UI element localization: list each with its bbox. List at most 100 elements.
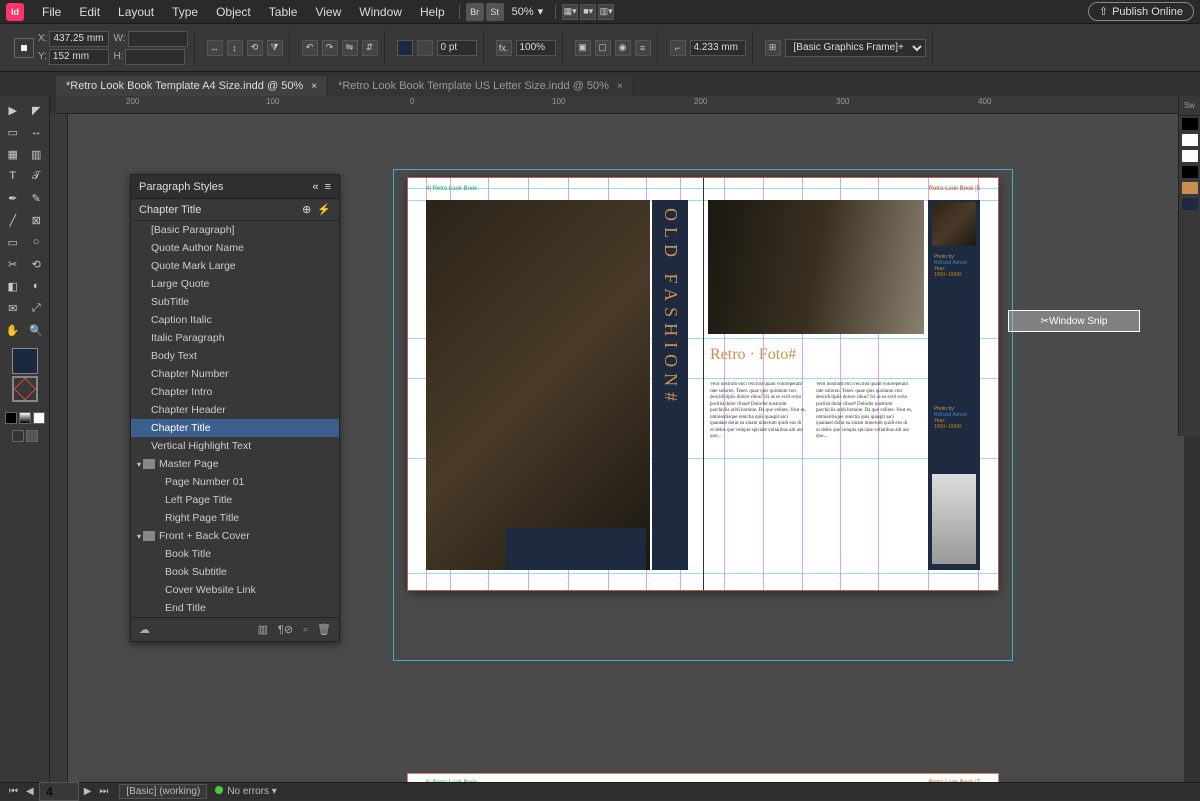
fitting-icon[interactable]: ⊞ bbox=[765, 40, 781, 56]
stroke-weight-input[interactable] bbox=[437, 40, 477, 56]
apply-color-icon[interactable] bbox=[5, 412, 17, 424]
corner-options-icon[interactable]: ⌐ bbox=[670, 40, 686, 56]
new-icon[interactable]: ▫ bbox=[303, 624, 307, 636]
rectangle-tool[interactable]: ▭ bbox=[2, 232, 24, 252]
ellipse-tool[interactable]: ○ bbox=[26, 232, 48, 252]
scissors-tool[interactable]: ✂ bbox=[2, 254, 24, 274]
vertical-ruler[interactable] bbox=[50, 114, 68, 782]
note-tool[interactable]: ✉ bbox=[2, 298, 24, 318]
scale-y-icon[interactable]: ↕ bbox=[227, 40, 243, 56]
swatch-item[interactable] bbox=[1182, 166, 1198, 178]
first-page-icon[interactable]: ⏮ bbox=[6, 786, 21, 797]
text-wrap-none-icon[interactable]: ▣ bbox=[575, 40, 591, 56]
preview-mode-icon[interactable] bbox=[26, 430, 38, 442]
x-input[interactable] bbox=[49, 31, 109, 47]
next-page-icon[interactable]: ▶ bbox=[81, 786, 95, 797]
menu-file[interactable]: File bbox=[34, 2, 69, 22]
photo-frame[interactable] bbox=[708, 200, 924, 334]
style-item[interactable]: Left Page Title bbox=[131, 491, 339, 509]
line-tool[interactable]: ╱ bbox=[2, 210, 24, 230]
text-wrap-jump-icon[interactable]: ≡ bbox=[635, 40, 651, 56]
vertical-title[interactable]: OLD FASHION# bbox=[660, 208, 681, 407]
type-path-tool[interactable]: 𝒯 bbox=[26, 166, 48, 186]
gradient-feather-tool[interactable]: ◐ bbox=[26, 276, 48, 296]
gap-tool[interactable]: ↔ bbox=[26, 122, 48, 142]
h-input[interactable] bbox=[125, 49, 185, 65]
new-style-icon[interactable]: ⊕ bbox=[302, 203, 311, 216]
normal-mode-icon[interactable] bbox=[12, 430, 24, 442]
body-text-col1[interactable]: Velit nostrum elici reicilist quam volor… bbox=[710, 382, 806, 568]
new-group-icon[interactable]: ▥ bbox=[258, 623, 268, 636]
menu-layout[interactable]: Layout bbox=[110, 2, 162, 22]
style-item[interactable]: Italic Paragraph bbox=[131, 329, 339, 347]
menu-table[interactable]: Table bbox=[261, 2, 306, 22]
clear-icon[interactable]: ¶⊘ bbox=[278, 623, 293, 636]
opacity-input[interactable] bbox=[516, 40, 556, 56]
rotate-icon[interactable]: ⟲ bbox=[247, 40, 263, 56]
swatch-item[interactable] bbox=[1182, 134, 1198, 146]
style-item[interactable]: Book Title bbox=[131, 545, 339, 563]
stroke-swatch[interactable] bbox=[12, 376, 38, 402]
free-transform-tool[interactable]: ⟲ bbox=[26, 254, 48, 274]
right-panel-dock[interactable]: Sw bbox=[1178, 96, 1200, 436]
close-icon[interactable]: × bbox=[617, 81, 623, 92]
page-number-input[interactable] bbox=[39, 782, 79, 801]
menu-object[interactable]: Object bbox=[208, 2, 259, 22]
fx-icon[interactable]: fx. bbox=[496, 40, 512, 56]
reference-point-icon[interactable] bbox=[14, 38, 34, 58]
eyedropper-tool[interactable]: ⤢ bbox=[26, 298, 48, 318]
swatch-item[interactable] bbox=[1182, 198, 1198, 210]
rectangle-frame-tool[interactable]: ⊠ bbox=[26, 210, 48, 230]
style-list[interactable]: [Basic Paragraph]Quote Author NameQuote … bbox=[131, 221, 339, 617]
style-item[interactable]: [Basic Paragraph] bbox=[131, 221, 339, 239]
style-item[interactable]: Caption Italic bbox=[131, 311, 339, 329]
style-item[interactable]: Quote Author Name bbox=[131, 239, 339, 257]
arrange-icon[interactable]: ▥▾ bbox=[598, 4, 614, 20]
prev-page-icon[interactable]: ◀ bbox=[23, 786, 37, 797]
style-item[interactable]: Book Subtitle bbox=[131, 563, 339, 581]
style-group[interactable]: Front + Back Cover bbox=[131, 527, 339, 545]
photo-frame[interactable] bbox=[426, 200, 650, 570]
spread-pages-6-7[interactable]: 6| Retro Look Book Retro Look Book |7 bbox=[408, 774, 998, 782]
style-group[interactable]: Master Page bbox=[131, 455, 339, 473]
last-page-icon[interactable]: ⏭ bbox=[96, 786, 111, 797]
canvas[interactable]: 4| Retro Look Book Retro Look Book |5 OL… bbox=[68, 114, 1184, 782]
tab-usletter[interactable]: *Retro Look Book Template US Letter Size… bbox=[328, 76, 634, 96]
corner-size-input[interactable] bbox=[690, 40, 746, 56]
rotate-cw-icon[interactable]: ↷ bbox=[322, 40, 338, 56]
thumbnail[interactable] bbox=[932, 474, 976, 564]
horizontal-ruler[interactable]: 200 100 0 100 200 300 400 bbox=[56, 96, 1200, 114]
fill-icon[interactable] bbox=[397, 40, 413, 56]
pencil-tool[interactable]: ✎ bbox=[26, 188, 48, 208]
apply-none-icon[interactable] bbox=[33, 412, 45, 424]
menu-view[interactable]: View bbox=[307, 2, 349, 22]
type-tool[interactable]: T bbox=[2, 166, 24, 186]
body-text-col2[interactable]: Velit nostrum elici reicilist quam volor… bbox=[816, 382, 912, 568]
window-snip-overlay[interactable]: ✂ Window Snip bbox=[1008, 310, 1140, 332]
clear-override-icon[interactable]: ⚡ bbox=[317, 203, 331, 216]
style-item[interactable]: Large Quote bbox=[131, 275, 339, 293]
selection-tool[interactable]: ▶ bbox=[2, 100, 24, 120]
style-item[interactable]: Vertical Highlight Text bbox=[131, 437, 339, 455]
tab-a4[interactable]: *Retro Look Book Template A4 Size.indd @… bbox=[56, 76, 328, 96]
close-icon[interactable]: × bbox=[311, 81, 317, 92]
stroke-icon[interactable] bbox=[417, 40, 433, 56]
flip-v-icon[interactable]: ⇵ bbox=[362, 40, 378, 56]
rotate-ccw-icon[interactable]: ↶ bbox=[302, 40, 318, 56]
style-item[interactable]: Right Page Title bbox=[131, 509, 339, 527]
style-item[interactable]: Chapter Title bbox=[131, 419, 339, 437]
apply-gradient-icon[interactable] bbox=[19, 412, 31, 424]
panel-header[interactable]: Paragraph Styles «≡ bbox=[131, 175, 339, 199]
style-item[interactable]: Page Number 01 bbox=[131, 473, 339, 491]
style-item[interactable]: Chapter Intro bbox=[131, 383, 339, 401]
thumbnail[interactable] bbox=[932, 202, 976, 246]
layer-indicator[interactable]: [Basic] (working) bbox=[119, 784, 207, 799]
caption-box[interactable] bbox=[506, 528, 646, 570]
direct-selection-tool[interactable]: ◤ bbox=[26, 100, 48, 120]
publish-online-button[interactable]: ⇧ Publish Online bbox=[1088, 2, 1194, 21]
preflight-status[interactable]: No errors ▾ bbox=[215, 786, 277, 797]
swatch-item[interactable] bbox=[1182, 182, 1198, 194]
menu-icon[interactable]: ≡ bbox=[325, 181, 331, 193]
y-input[interactable] bbox=[49, 49, 109, 65]
fill-swatch[interactable] bbox=[12, 348, 38, 374]
